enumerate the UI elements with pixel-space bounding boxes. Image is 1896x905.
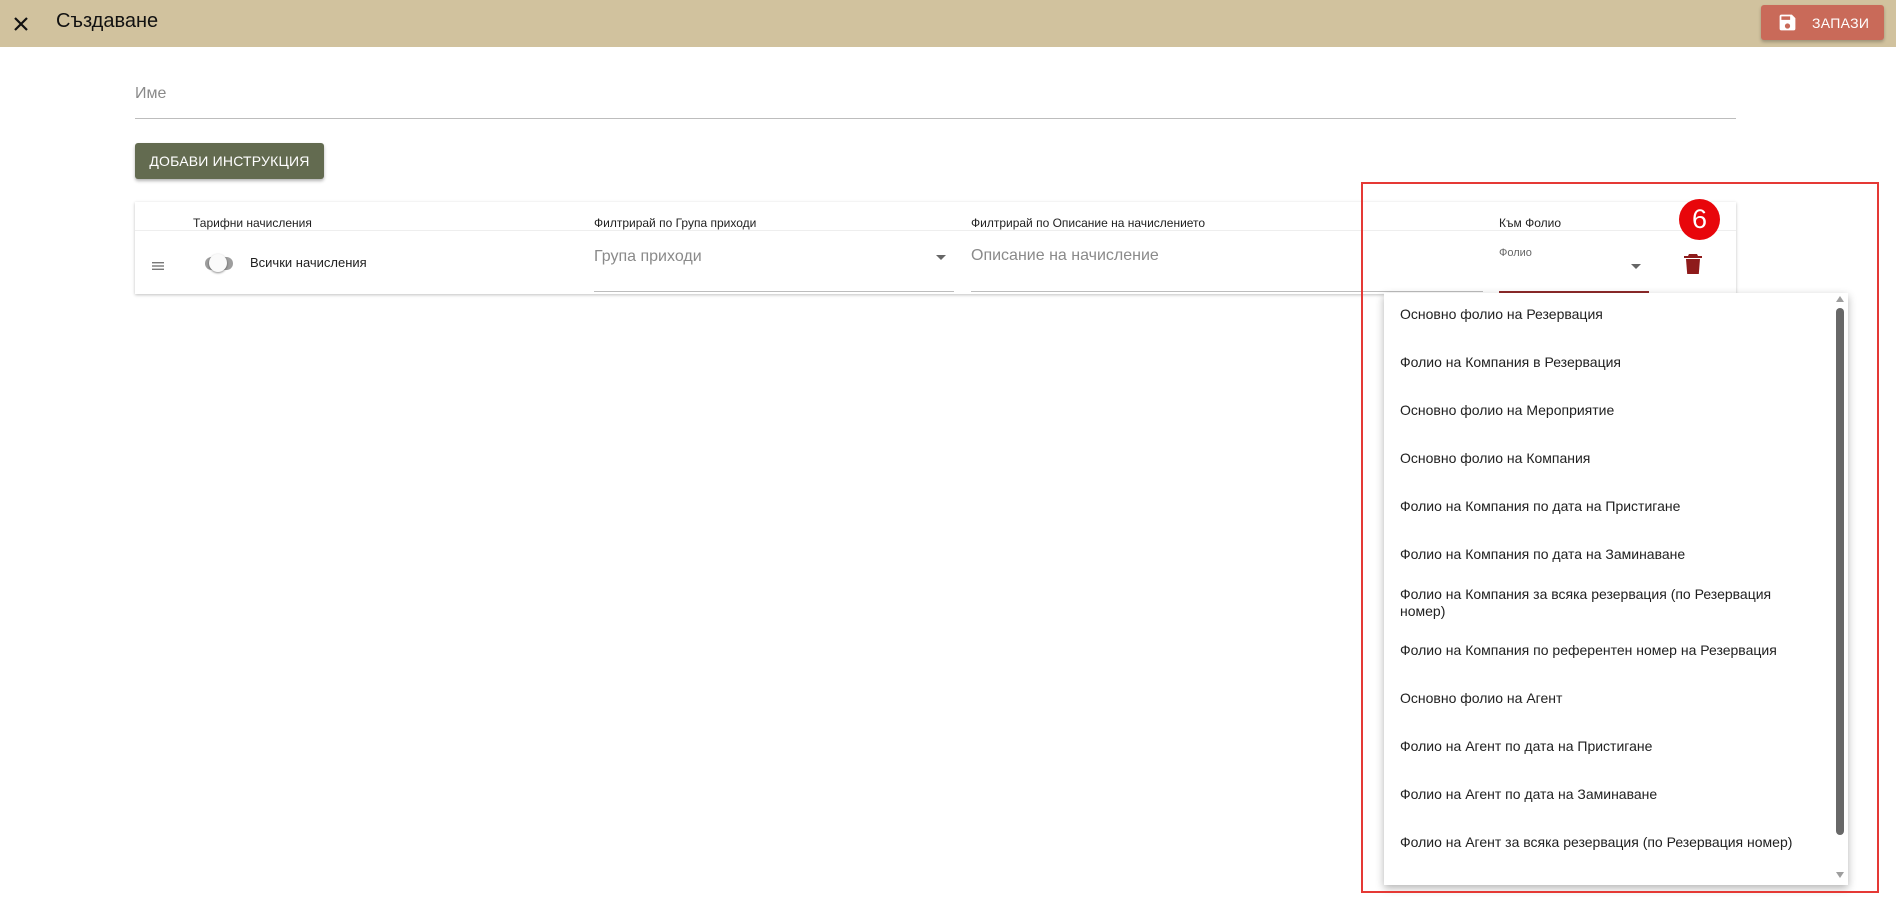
delete-row-button[interactable] xyxy=(1682,252,1704,276)
drag-handle-icon xyxy=(152,262,164,270)
charge-description-field xyxy=(971,228,1483,292)
column-header-to-folio: Към Фолио xyxy=(1499,216,1561,230)
all-charges-label: Всички начисления xyxy=(250,255,367,270)
folio-option[interactable]: Основно фолио на Мероприятие xyxy=(1400,402,1800,419)
instructions-table: Тарифни начисления Филтрирай по Група пр… xyxy=(135,202,1736,294)
folio-select-label: Фолио xyxy=(1499,247,1532,259)
name-field xyxy=(135,70,1736,119)
revenue-group-placeholder: Група приходи xyxy=(594,248,702,265)
scroll-up-arrow-icon[interactable] xyxy=(1836,296,1844,302)
dropdown-scrollbar[interactable] xyxy=(1836,308,1844,835)
floppy-disk-icon xyxy=(1779,14,1796,31)
close-icon xyxy=(14,17,28,31)
charge-description-input[interactable] xyxy=(971,242,1483,270)
folio-option[interactable]: Основно фолио на Резервация xyxy=(1400,306,1800,323)
folio-option[interactable]: Основно фолио на Агент xyxy=(1400,690,1800,707)
page-title: Създаване xyxy=(56,10,159,32)
step-number-badge: 6 xyxy=(1679,199,1720,240)
folio-option[interactable]: Фолио на Компания за всяка резервация (п… xyxy=(1400,586,1790,620)
save-button-label: ЗАПАЗИ xyxy=(1812,15,1870,31)
name-input[interactable] xyxy=(135,70,1736,110)
folio-option[interactable]: Фолио на Компания по дата на Пристигане xyxy=(1400,498,1800,515)
revenue-group-select[interactable]: Група приходи xyxy=(594,228,954,292)
folio-select[interactable]: Фолио xyxy=(1499,243,1649,293)
folio-option[interactable]: Фолио на Агент за всяка резервация (по Р… xyxy=(1400,834,1820,851)
folio-option[interactable]: Основно фолио на Компания xyxy=(1400,450,1800,467)
folio-option[interactable]: Фолио на Агент по дата на Заминаване xyxy=(1400,786,1800,803)
folio-option[interactable]: Фолио на Компания в Резервация xyxy=(1400,354,1800,371)
drag-handle[interactable] xyxy=(151,258,165,270)
folio-options-dropdown: Основно фолио на Резервация Фолио на Ком… xyxy=(1384,293,1848,885)
top-app-bar: Създаване ЗАПАЗИ xyxy=(0,0,1896,47)
add-instruction-button[interactable]: ДОБАВИ ИНСТРУКЦИЯ xyxy=(135,143,324,179)
chevron-down-icon xyxy=(1631,264,1641,269)
column-header-tariff-charges: Тарифни начисления xyxy=(193,216,312,230)
folio-option[interactable]: Фолио на Компания по дата на Заминаване xyxy=(1400,546,1800,563)
scroll-down-arrow-icon[interactable] xyxy=(1836,872,1844,878)
chevron-down-icon xyxy=(936,255,946,260)
trash-icon xyxy=(1684,254,1702,274)
save-button[interactable]: ЗАПАЗИ xyxy=(1761,5,1884,40)
all-charges-toggle[interactable] xyxy=(203,254,235,272)
close-button[interactable] xyxy=(6,9,36,39)
folio-option[interactable]: Фолио на Агент по дата на Пристигане xyxy=(1400,738,1800,755)
folio-option[interactable]: Фолио на Компания по референтен номер на… xyxy=(1400,642,1820,659)
toggle-knob xyxy=(209,254,227,272)
